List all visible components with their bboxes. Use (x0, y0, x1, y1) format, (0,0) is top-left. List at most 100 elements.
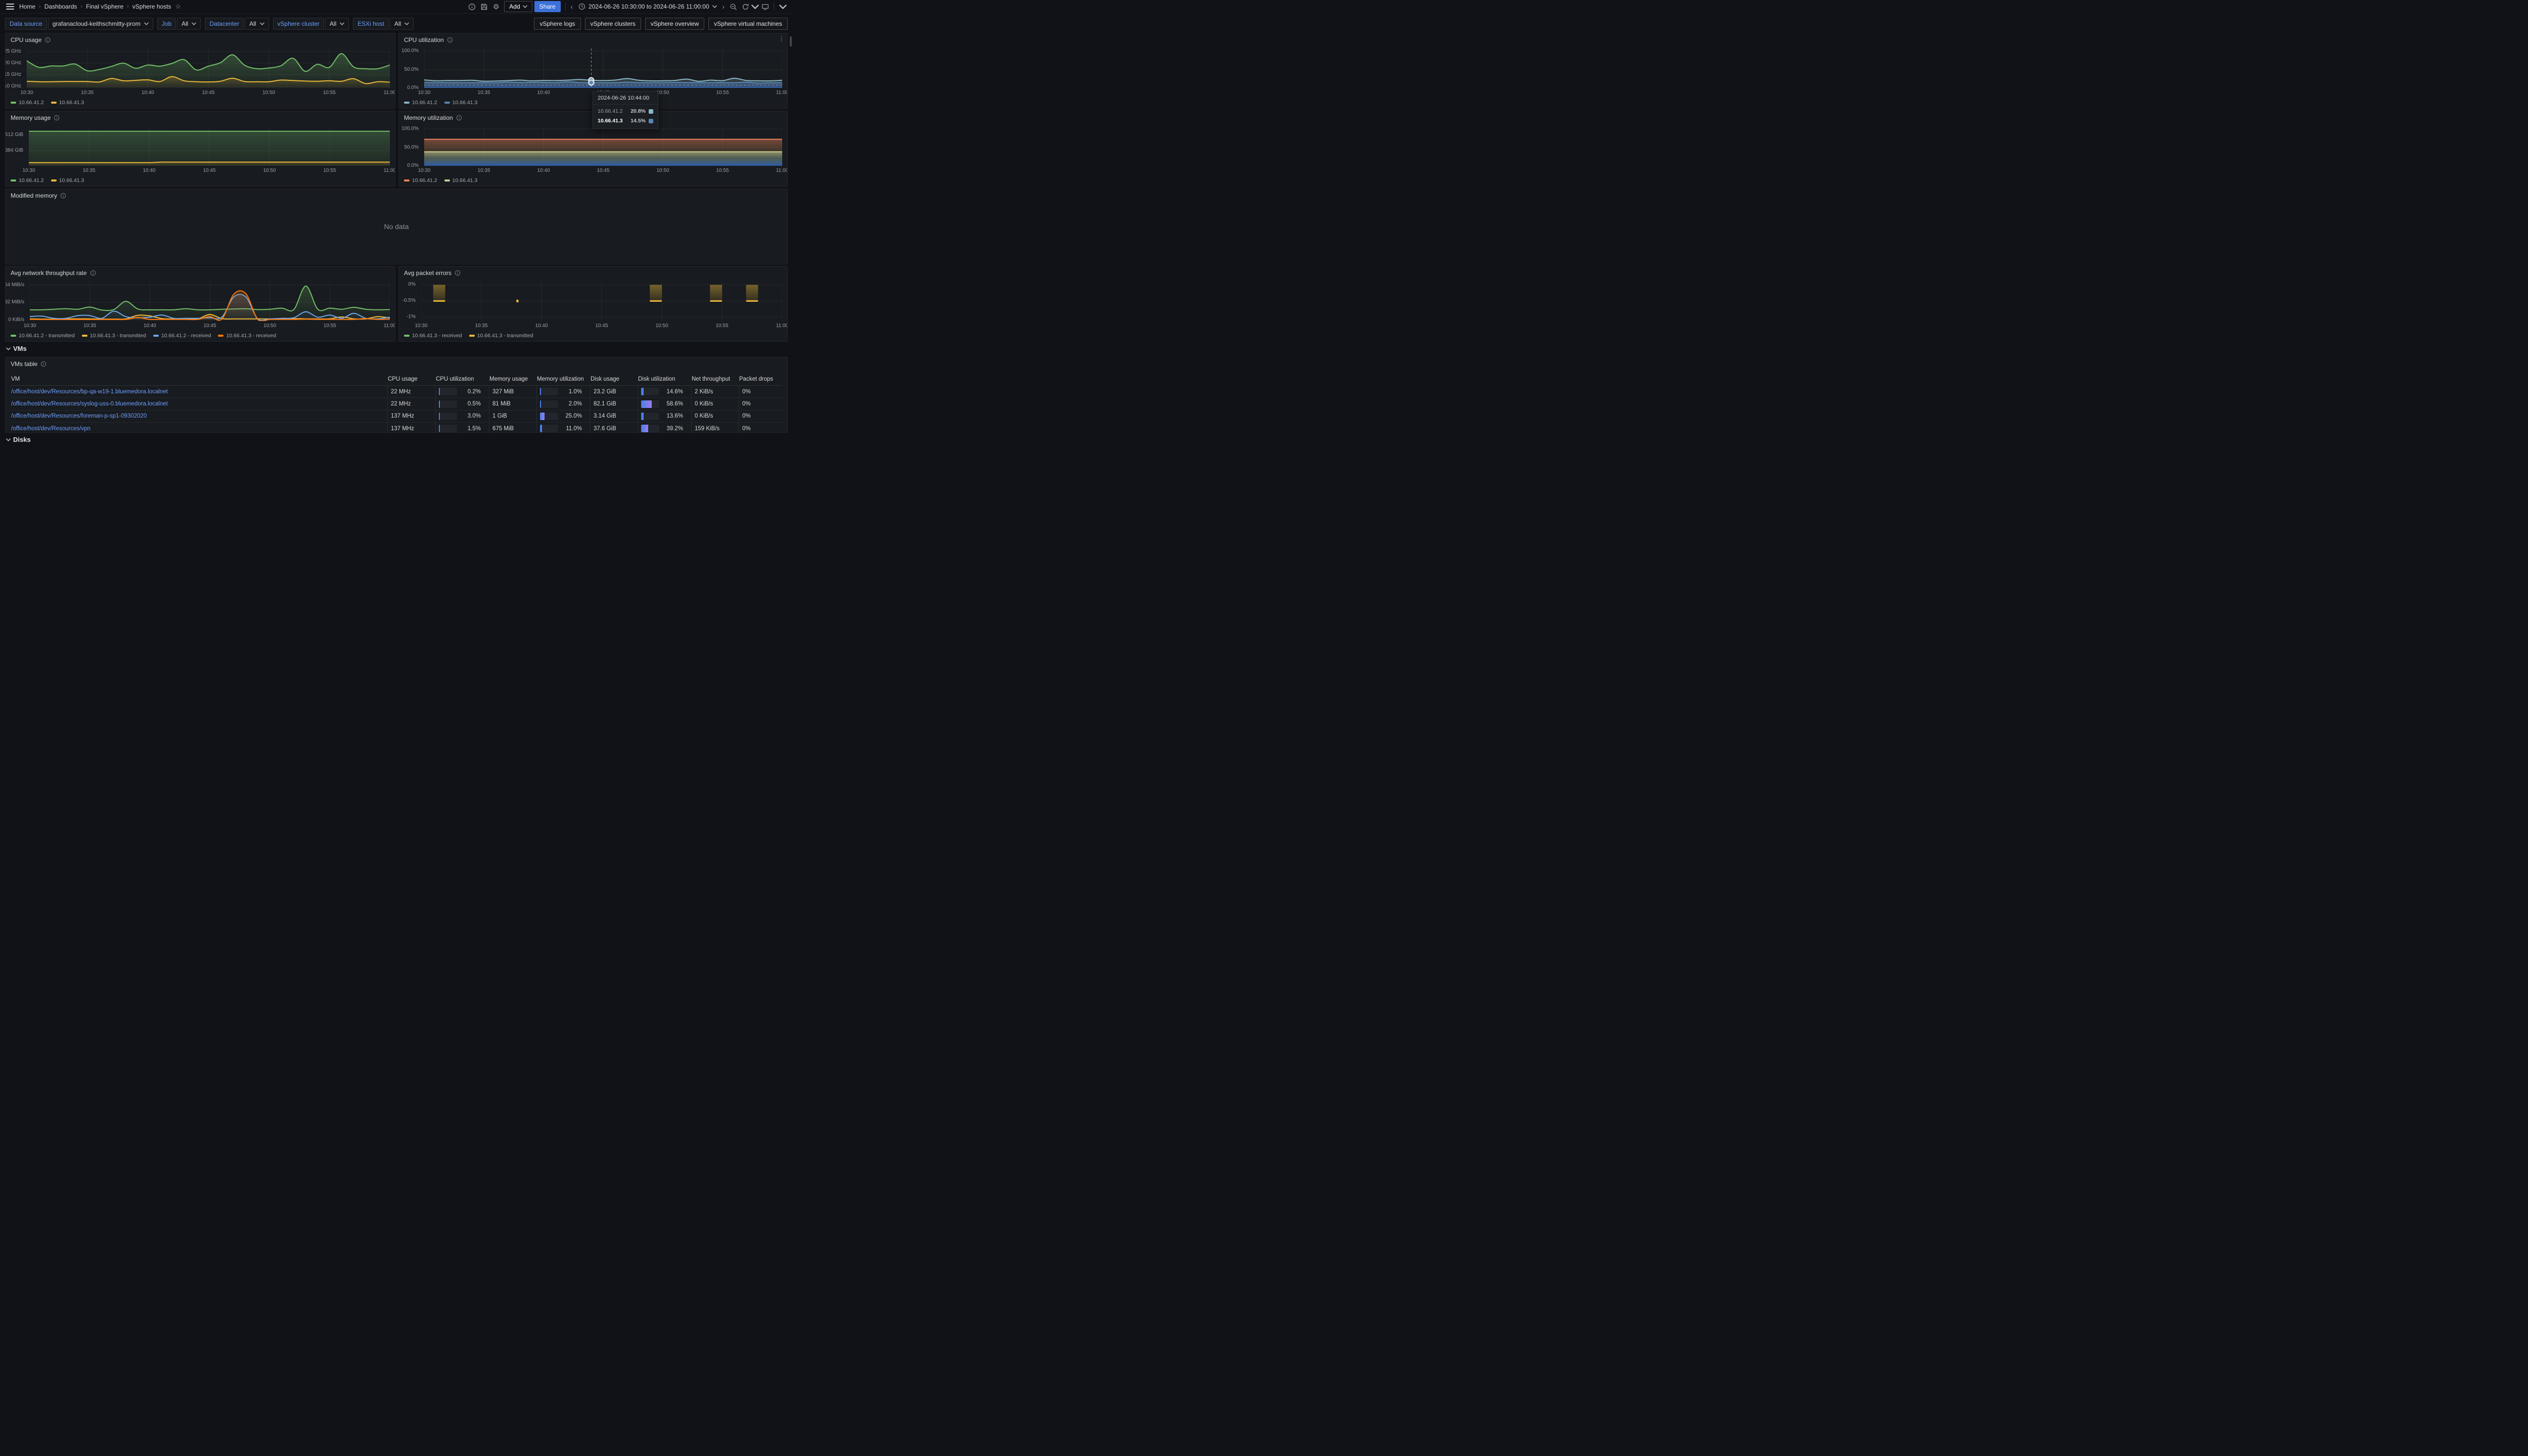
dashboard-settings-button[interactable]: ⚙ (490, 1, 502, 12)
column-header[interactable]: Packet drops (739, 376, 782, 382)
cpu-utilization-chart[interactable] (424, 49, 782, 88)
x-tick-label: 10:55 (323, 168, 336, 173)
bar-gauge (540, 400, 558, 408)
legend-item[interactable]: 10.66.41.2 - transmitted (11, 333, 75, 339)
legend-item[interactable]: 10.66.41.3 (444, 100, 478, 106)
column-header[interactable]: Memory usage (489, 376, 536, 382)
filter-label[interactable]: Data source (5, 18, 47, 30)
refresh-button[interactable] (739, 1, 751, 12)
memory-usage-chart[interactable] (29, 126, 390, 166)
packet-drops-cell: 0% (739, 398, 782, 410)
menu-icon[interactable] (6, 4, 14, 10)
refresh-interval-dropdown[interactable] (751, 1, 759, 12)
info-icon[interactable] (90, 270, 96, 276)
table-row: /office/host/dev/Resources/bp-qa-w19-1.b… (11, 386, 782, 398)
legend-item[interactable]: 10.66.41.2 (11, 100, 44, 106)
legend-item[interactable]: 10.66.41.2 - received (153, 333, 211, 339)
dashboard-info-button[interactable] (466, 1, 478, 12)
filter-bar: Data source grafanacloud-keithschmitty-p… (5, 17, 788, 31)
memory-utilization-chart[interactable] (424, 126, 782, 166)
legend-item[interactable]: 10.66.41.3 - transmitted (82, 333, 146, 339)
y-tick-label: 50.0% (404, 67, 419, 72)
filter-label[interactable]: Job (157, 18, 176, 30)
vsphere-clusters-button[interactable]: vSphere clusters (585, 18, 641, 30)
vsphere-logs-button[interactable]: vSphere logs (534, 18, 580, 30)
y-tick-label: 0% (409, 282, 416, 287)
filter-label[interactable]: ESXi host (353, 18, 389, 30)
legend-item[interactable]: 10.66.41.3 - received (218, 333, 276, 339)
gauge-value: 39.2% (659, 426, 691, 432)
zoom-out-button[interactable] (727, 1, 739, 12)
legend-item[interactable]: 10.66.41.2 (404, 100, 437, 106)
column-header[interactable]: VM (11, 376, 387, 382)
x-tick-label: 10:30 (415, 323, 427, 329)
info-icon[interactable] (447, 37, 453, 43)
disk-usage-cell: 37.6 GiB (590, 423, 638, 433)
legend-item[interactable]: 10.66.41.3 (51, 177, 84, 184)
vm-link[interactable]: /office/host/dev/Resources/bp-qa-w19-1.b… (11, 389, 168, 395)
job-dropdown[interactable]: All (177, 18, 201, 30)
collapse-nav-button[interactable] (777, 1, 789, 12)
section-vms[interactable]: VMs (6, 345, 27, 352)
time-range-picker[interactable]: 2024-06-26 10:30:00 to 2024-06-26 11:00:… (575, 1, 720, 12)
info-icon[interactable] (455, 270, 461, 276)
save-dashboard-button[interactable] (478, 1, 490, 12)
filter-label[interactable]: Datacenter (205, 18, 244, 30)
cpu-utilization-cell: 1.5% (435, 423, 489, 433)
esxi-host-dropdown[interactable]: All (390, 18, 414, 30)
column-header[interactable]: CPU utilization (435, 376, 489, 382)
legend-item[interactable]: 10.66.41.3 (51, 100, 84, 106)
legend-item[interactable]: 10.66.41.3 (444, 177, 478, 184)
column-header[interactable]: Disk utilization (638, 376, 691, 382)
column-header[interactable]: Net throughput (691, 376, 739, 382)
legend-item[interactable]: 10.66.41.3 - transmitted (469, 333, 533, 339)
vm-link[interactable]: /office/host/dev/Resources/foreman-p-sp1… (11, 413, 147, 419)
column-header[interactable]: Disk usage (590, 376, 638, 382)
info-icon[interactable] (60, 193, 66, 199)
x-tick-label: 10:35 (82, 168, 95, 173)
data-source-dropdown[interactable]: grafanacloud-keithschmitty-prom (48, 18, 153, 30)
y-tick-label: 32 MiB/s (5, 299, 24, 305)
favorite-star-icon[interactable]: ☆ (175, 3, 182, 11)
vm-link[interactable]: /office/host/dev/Resources/syslog-uss-0.… (11, 401, 168, 407)
network-svg (30, 282, 390, 321)
vm-cell: /office/host/dev/Resources/syslog-uss-0.… (11, 398, 387, 410)
section-disks[interactable]: Disks (6, 436, 31, 443)
x-tick-label: 10:50 (656, 90, 669, 96)
add-button[interactable]: Add (504, 1, 532, 12)
y-tick-label: 25 GHz (5, 49, 21, 54)
vsphere-cluster-dropdown[interactable]: All (325, 18, 349, 30)
legend-item[interactable]: 10.66.41.2 (11, 177, 44, 184)
datacenter-dropdown[interactable]: All (245, 18, 268, 30)
legend-item[interactable]: 10.66.41.2 (404, 177, 437, 184)
vm-link[interactable]: /office/host/dev/Resources/vpn (11, 426, 91, 432)
time-forward-button[interactable]: › (720, 3, 727, 11)
table-row: /office/host/dev/Resources/syslog-uss-0.… (11, 398, 782, 410)
vsphere-overview-button[interactable]: vSphere overview (645, 18, 704, 30)
panel-menu-icon[interactable]: ⋮ (778, 35, 785, 43)
legend-item[interactable]: 10.66.41.3 - received (404, 333, 462, 339)
memory-utilization-cell: 11.0% (536, 423, 590, 433)
breadcrumb-home[interactable]: Home (19, 3, 35, 10)
page-scrollbar[interactable] (790, 36, 792, 47)
vsphere-virtual-machines-button[interactable]: vSphere virtual machines (708, 18, 788, 30)
time-back-button[interactable]: ‹ (568, 3, 575, 11)
breadcrumb-dashboards[interactable]: Dashboards (44, 3, 77, 10)
info-icon[interactable] (40, 361, 47, 367)
network-throughput-chart[interactable] (30, 282, 390, 321)
share-button[interactable]: Share (534, 1, 561, 12)
x-tick-label: 10:55 (324, 323, 336, 329)
column-header[interactable]: CPU usage (387, 376, 435, 382)
tv-mode-button[interactable] (759, 1, 771, 12)
breadcrumb-folder[interactable]: Final vSphere (86, 3, 123, 10)
packet-errors-chart[interactable] (421, 282, 782, 321)
info-icon[interactable] (44, 37, 51, 43)
series-color-swatch (649, 119, 653, 123)
filter-label[interactable]: vSphere cluster (273, 18, 324, 30)
net-throughput-cell: 159 KiB/s (691, 423, 739, 433)
legend-swatch (153, 335, 159, 337)
info-icon[interactable] (54, 115, 60, 121)
column-header[interactable]: Memory utilization (536, 376, 590, 382)
cpu-usage-chart[interactable] (27, 49, 390, 88)
info-icon[interactable] (456, 115, 462, 121)
